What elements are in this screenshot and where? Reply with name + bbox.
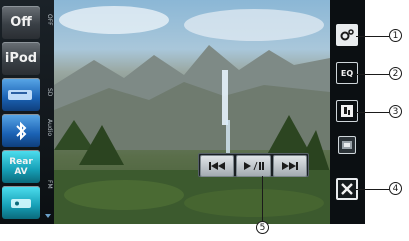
callout-line-5 bbox=[262, 176, 263, 221]
sidebar-down-arrow-icon[interactable] bbox=[44, 212, 52, 220]
callout-line-3 bbox=[356, 112, 389, 113]
eq-label: EQ bbox=[340, 68, 354, 78]
source-bluetooth-button[interactable] bbox=[2, 114, 40, 147]
source-off-button[interactable]: Off bbox=[2, 6, 40, 39]
callout-line-2 bbox=[356, 74, 389, 75]
play-pause-icon bbox=[244, 161, 265, 171]
source-sidebar: Off iPod Rear AV OFF SD Audio FM bbox=[0, 0, 54, 224]
next-button[interactable] bbox=[272, 155, 307, 177]
previous-track-icon bbox=[209, 162, 226, 170]
callout-2: 2 bbox=[389, 67, 402, 80]
video-playback-area[interactable] bbox=[54, 0, 330, 224]
settings-button[interactable] bbox=[336, 24, 358, 46]
close-icon bbox=[341, 183, 353, 195]
tab-sd[interactable]: SD bbox=[42, 78, 53, 106]
device-screen: Off iPod Rear AV OFF SD Audio FM EQ bbox=[0, 0, 365, 224]
photo-icon bbox=[342, 141, 352, 149]
close-button[interactable] bbox=[336, 178, 358, 200]
callout-5: 5 bbox=[256, 221, 269, 234]
callout-3: 3 bbox=[389, 105, 402, 118]
source-rear-av-label: Rear AV bbox=[9, 156, 33, 177]
media-icon bbox=[341, 105, 353, 117]
source-ipod-button[interactable]: iPod bbox=[2, 42, 40, 75]
source-ipod-label: iPod bbox=[4, 51, 38, 66]
tab-off[interactable]: OFF bbox=[42, 6, 53, 34]
callout-1: 1 bbox=[389, 29, 402, 42]
callout-line-1 bbox=[356, 36, 389, 37]
settings-icon bbox=[340, 29, 354, 41]
previous-button[interactable] bbox=[200, 155, 235, 177]
sd-card-icon bbox=[8, 89, 32, 100]
tab-audio[interactable]: Audio bbox=[42, 114, 53, 142]
play-pause-button[interactable] bbox=[236, 155, 271, 177]
transport-controls bbox=[198, 153, 309, 177]
source-radio-button[interactable] bbox=[2, 186, 40, 219]
bluetooth-icon bbox=[16, 121, 27, 140]
source-off-label: Off bbox=[10, 15, 32, 30]
source-sd-button[interactable] bbox=[2, 78, 40, 111]
callout-4: 4 bbox=[389, 182, 402, 195]
next-track-icon bbox=[281, 162, 298, 170]
callout-line-4 bbox=[356, 189, 389, 190]
source-rear-av-button[interactable]: Rear AV bbox=[2, 150, 40, 183]
photo-button[interactable] bbox=[338, 136, 356, 154]
tab-fm[interactable]: FM bbox=[42, 170, 53, 198]
video-frame-image bbox=[54, 6, 330, 224]
media-button[interactable] bbox=[336, 100, 358, 122]
radio-icon bbox=[11, 198, 31, 208]
eq-button[interactable]: EQ bbox=[336, 62, 358, 84]
